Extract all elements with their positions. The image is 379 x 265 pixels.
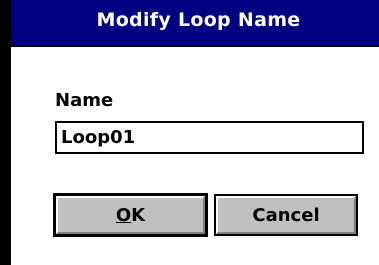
modify-loop-name-dialog: Modify Loop Name Name OK Cancel <box>0 0 379 265</box>
cancel-button[interactable]: Cancel <box>216 196 356 234</box>
name-input[interactable] <box>55 121 364 154</box>
name-label: Name <box>55 90 114 111</box>
ok-button-label: K <box>131 204 146 226</box>
cancel-button-label: Cancel <box>252 204 320 226</box>
ok-button-accelerator: O <box>115 204 132 226</box>
window-frame-left <box>0 0 11 265</box>
ok-button[interactable]: OK <box>56 196 205 234</box>
title-bar[interactable]: Modify Loop Name <box>11 0 379 47</box>
dialog-title: Modify Loop Name <box>96 9 301 31</box>
